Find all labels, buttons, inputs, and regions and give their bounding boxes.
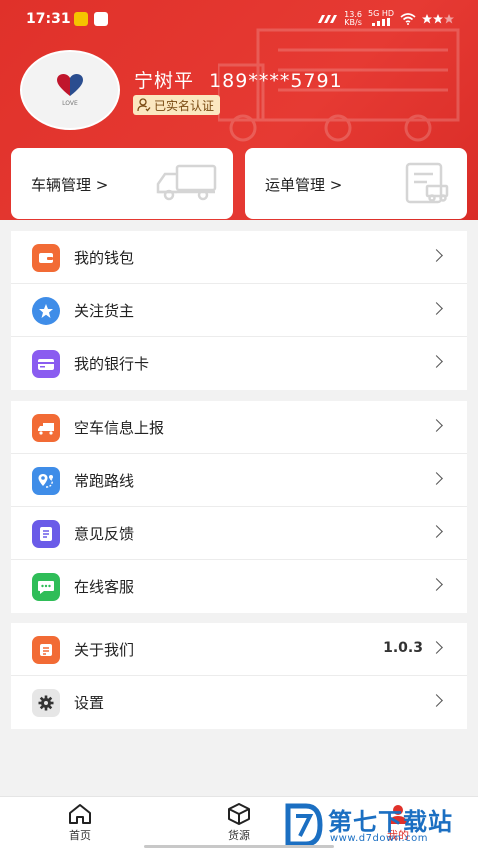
heart-logo-icon (57, 73, 83, 96)
d7down-logo-icon (285, 803, 323, 847)
app-version: 1.0.3 (383, 640, 423, 656)
chevron-right-icon (430, 302, 443, 315)
tab-home-label: 首页 (69, 829, 91, 842)
about-icon (32, 636, 60, 664)
watermark-url: www.d7down.com (330, 833, 429, 844)
chevron-right-icon (430, 694, 443, 707)
menu-item-empty-truck-report[interactable]: 空车信息上报 (11, 401, 467, 454)
gear-icon (32, 689, 60, 717)
site-watermark: 第七下载站 www.d7down.com (282, 800, 478, 850)
menu-item-label: 关于我们 (74, 641, 135, 659)
menu-item-settings[interactable]: 设置 (11, 676, 467, 729)
notification-icon (74, 12, 88, 26)
chevron-right-icon (430, 249, 443, 262)
verified-label: 已实名认证 (154, 98, 215, 113)
cellular-signal: 5G HD (368, 10, 394, 28)
chevron-right-icon (430, 525, 443, 538)
chevron-right-icon (430, 578, 443, 591)
network-speed: 13.6 KB/s (344, 10, 362, 27)
chevron-right-icon (430, 355, 443, 368)
verified-user-icon (137, 98, 151, 112)
wallet-icon (32, 244, 60, 272)
tab-home[interactable]: 首页 (40, 803, 120, 843)
menu-item-label: 设置 (74, 694, 105, 712)
user-name-phone: 宁树平 189****5791 (134, 66, 343, 93)
waybill-management-card[interactable]: 运单管理 > (245, 148, 467, 219)
menu-item-label: 常跑路线 (74, 472, 135, 490)
menu-item-about-us[interactable]: 关于我们 1.0.3 (11, 623, 467, 676)
avatar[interactable]: LOVE (20, 50, 120, 130)
menu-item-bank-card[interactable]: 我的银行卡 (11, 337, 467, 390)
vehicle-management-card[interactable]: 车辆管理 > (11, 148, 233, 219)
battery-stars-icon (422, 14, 454, 24)
status-time: 17:31 (26, 11, 71, 27)
verified-badge: 已实名认证 (133, 95, 221, 115)
message-icon (94, 12, 108, 26)
signal-bars-icon (371, 18, 390, 26)
menu-item-label: 在线客服 (74, 578, 135, 596)
menu-group-app: 关于我们 1.0.3 设置 (11, 623, 467, 729)
menu-item-label: 我的银行卡 (74, 355, 150, 373)
menu-item-followed-shippers[interactable]: 关注货主 (11, 284, 467, 337)
vehicle-management-label: 车辆管理 > (31, 176, 109, 194)
feedback-icon (32, 520, 60, 548)
truck-icon (32, 414, 60, 442)
menu-item-label: 意见反馈 (74, 525, 135, 543)
route-icon (32, 467, 60, 495)
user-phone: 189****5791 (209, 70, 343, 92)
menu-item-wallet[interactable]: 我的钱包 (11, 231, 467, 284)
tab-cargo-source[interactable]: 货源 (199, 803, 279, 843)
chevron-right-icon (430, 419, 443, 432)
bank-card-icon (32, 350, 60, 378)
menu-item-frequent-routes[interactable]: 常跑路线 (11, 454, 467, 507)
tab-cargo-source-label: 货源 (228, 829, 250, 842)
menu-item-label: 关注货主 (74, 302, 135, 320)
watermark-title: 第七下载站 (328, 808, 453, 836)
waybill-document-icon (405, 162, 449, 204)
menu-item-label: 空车信息上报 (74, 419, 165, 437)
menu-item-online-support[interactable]: 在线客服 (11, 560, 467, 613)
menu-group-account: 我的钱包 关注货主 我的银行卡 (11, 231, 467, 390)
chevron-right-icon (430, 472, 443, 485)
status-bar: 17:31 13.6 KB/s 5G HD (0, 0, 478, 38)
menu-group-services: 空车信息上报 常跑路线 意见反馈 在线客服 (11, 401, 467, 613)
signal-brand-icon (318, 15, 338, 23)
chat-icon (32, 573, 60, 601)
star-icon (32, 297, 60, 325)
avatar-caption: LOVE (62, 99, 78, 107)
wifi-icon (400, 13, 416, 25)
waybill-management-label: 运单管理 > (265, 176, 343, 194)
home-indicator (144, 845, 334, 848)
box-icon (228, 803, 250, 825)
menu-item-feedback[interactable]: 意见反馈 (11, 507, 467, 560)
status-indicators: 13.6 KB/s 5G HD (316, 10, 454, 28)
chevron-right-icon (430, 641, 443, 654)
user-name: 宁树平 (134, 70, 195, 92)
home-icon (69, 804, 91, 824)
truck-outline-icon (156, 164, 217, 201)
menu-item-label: 我的钱包 (74, 249, 135, 267)
